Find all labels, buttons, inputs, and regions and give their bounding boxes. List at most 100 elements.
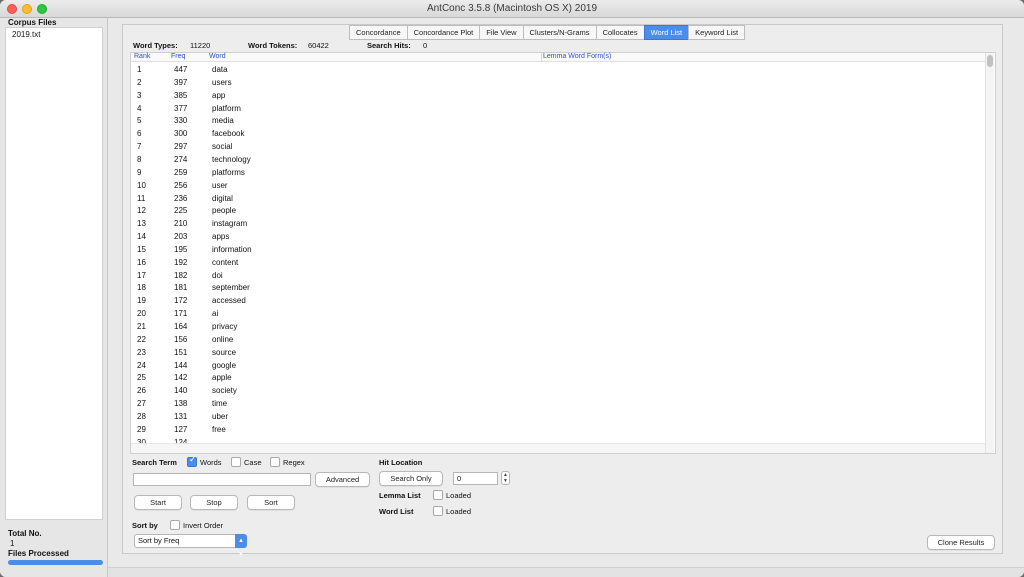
table-row[interactable]: 11 236 digital — [131, 194, 531, 207]
word-cell: uber — [212, 411, 229, 421]
tab-concordance-plot[interactable]: Concordance Plot — [406, 25, 480, 40]
freq-cell: 195 — [174, 244, 188, 254]
freq-column-header[interactable]: Freq — [171, 53, 185, 60]
table-row[interactable]: 27 138 time — [131, 399, 531, 412]
clone-results-button[interactable]: Clone Results — [927, 535, 995, 550]
search-term-input[interactable] — [133, 473, 311, 486]
rank-cell: 10 — [137, 180, 146, 190]
word-tokens-stat: Word Tokens: — [248, 41, 297, 50]
word-cell: facebook — [212, 129, 245, 139]
rank-cell: 19 — [137, 296, 146, 306]
rank-cell: 3 — [137, 90, 142, 100]
word-cell: online — [212, 334, 234, 344]
table-row[interactable]: 10 256 user — [131, 181, 531, 194]
tab-collocates[interactable]: Collocates — [595, 25, 644, 40]
freq-cell: 203 — [174, 232, 188, 242]
rank-cell: 17 — [137, 270, 146, 280]
table-row[interactable]: 26 140 society — [131, 386, 531, 399]
word-list-loaded-checkbox[interactable] — [433, 506, 443, 516]
word-types-label: Word Types: — [133, 41, 178, 50]
table-row[interactable]: 14 203 apps — [131, 232, 531, 245]
word-list-results[interactable]: Rank Freq Word Lemma Word Form(s) 1 447 da… — [130, 52, 996, 454]
lemma-column-header[interactable]: Lemma Word Form(s) — [543, 53, 611, 60]
word-types-value: 11220 — [190, 41, 211, 50]
word-cell: app — [212, 90, 226, 100]
table-row[interactable]: 15 195 information — [131, 245, 531, 258]
word-cell: data — [212, 65, 228, 74]
freq-cell: 181 — [174, 283, 188, 293]
freq-cell: 127 — [174, 424, 188, 434]
tab-word-list[interactable]: Word List — [643, 25, 689, 40]
sort-by-select[interactable]: Sort by Freq ▲ ▼ — [134, 534, 247, 558]
word-cell: google — [212, 360, 237, 370]
table-row[interactable]: 18 181 september — [131, 283, 531, 296]
word-cell: technology — [212, 154, 251, 164]
window-title: AntConc 3.5.8 (Macintosh OS X) 2019 — [426, 3, 598, 14]
column-header-row: Rank Freq Word Lemma Word Form(s) — [131, 53, 986, 62]
table-row[interactable]: 12 225 people — [131, 206, 531, 219]
sort-by-label: Sort by — [132, 521, 158, 530]
table-row[interactable]: 5 330 media — [131, 116, 531, 129]
sort-button[interactable]: Sort — [247, 495, 295, 510]
table-row[interactable]: 16 192 content — [131, 258, 531, 271]
rank-column-header[interactable]: Rank — [134, 53, 150, 60]
column-divider[interactable] — [541, 53, 542, 62]
word-column-header[interactable]: Word — [209, 53, 226, 60]
table-row[interactable]: 8 274 technology — [131, 155, 531, 168]
chevron-down-icon[interactable]: ▲ ▼ — [235, 534, 247, 558]
total-no-label: Total No. — [8, 529, 42, 538]
corpus-file-list[interactable]: 2019.txt — [5, 27, 103, 520]
table-row[interactable]: 21 164 privacy — [131, 322, 531, 335]
case-checkbox[interactable] — [231, 457, 241, 467]
rank-cell: 23 — [137, 347, 146, 357]
hit-location-label: Hit Location — [379, 458, 423, 467]
tab-clusters-ngrams[interactable]: Clusters/N-Grams — [522, 25, 596, 40]
table-row[interactable]: 19 172 accessed — [131, 296, 531, 309]
tab-keyword-list[interactable]: Keyword List — [688, 25, 746, 40]
vertical-scrollbar[interactable] — [985, 53, 994, 453]
table-row[interactable]: 9 259 platforms — [131, 168, 531, 181]
stop-button[interactable]: Stop — [190, 495, 238, 510]
hit-location-stepper[interactable]: ▲ ▼ — [501, 471, 510, 485]
freq-cell: 182 — [174, 270, 188, 280]
rank-cell: 5 — [137, 116, 142, 126]
word-cell: media — [212, 116, 234, 126]
table-row[interactable]: 29 127 free — [131, 425, 531, 438]
word-cell: accessed — [212, 296, 246, 306]
lemma-list-loaded-checkbox[interactable] — [433, 490, 443, 500]
start-button[interactable]: Start — [134, 495, 182, 510]
rank-cell: 18 — [137, 283, 146, 293]
tab-file-view[interactable]: File View — [479, 25, 523, 40]
hit-location-input[interactable]: 0 — [453, 472, 498, 485]
invert-order-checkbox[interactable] — [170, 520, 180, 530]
corpus-file-item[interactable]: 2019.txt — [12, 30, 40, 39]
table-row[interactable]: 2 397 users — [131, 78, 531, 91]
advanced-button[interactable]: Advanced — [315, 472, 370, 487]
table-row[interactable]: 22 156 online — [131, 335, 531, 348]
rank-cell: 21 — [137, 322, 146, 331]
table-row[interactable]: 23 151 source — [131, 348, 531, 361]
word-types-stat: Word Types: — [133, 41, 178, 50]
table-row[interactable]: 3 385 app — [131, 91, 531, 104]
table-row[interactable]: 24 144 google — [131, 361, 531, 374]
table-row[interactable]: 7 297 social — [131, 142, 531, 155]
table-row[interactable]: 6 300 facebook — [131, 129, 531, 142]
words-checkbox[interactable] — [187, 455, 197, 467]
word-tokens-label: Word Tokens: — [248, 41, 298, 50]
tab-concordance[interactable]: Concordance — [349, 25, 407, 40]
table-row[interactable]: 17 182 doi — [131, 271, 531, 284]
table-row[interactable]: 25 142 apple — [131, 373, 531, 386]
table-row[interactable]: 1 447 data — [131, 65, 531, 78]
regex-checkbox[interactable] — [270, 457, 280, 467]
freq-cell: 192 — [174, 257, 188, 267]
table-row[interactable]: 13 210 instagram — [131, 219, 531, 232]
search-only-button[interactable]: Search Only — [379, 471, 443, 486]
table-row[interactable]: 4 377 platform — [131, 104, 531, 117]
horizontal-scrollbar[interactable] — [131, 443, 986, 453]
table-row[interactable]: 28 131 uber — [131, 412, 531, 425]
word-cell: platform — [212, 103, 241, 113]
word-cell: user — [212, 180, 228, 190]
rank-cell: 27 — [137, 399, 146, 409]
scrollbar-thumb[interactable] — [987, 55, 993, 67]
table-row[interactable]: 20 171 ai — [131, 309, 531, 322]
